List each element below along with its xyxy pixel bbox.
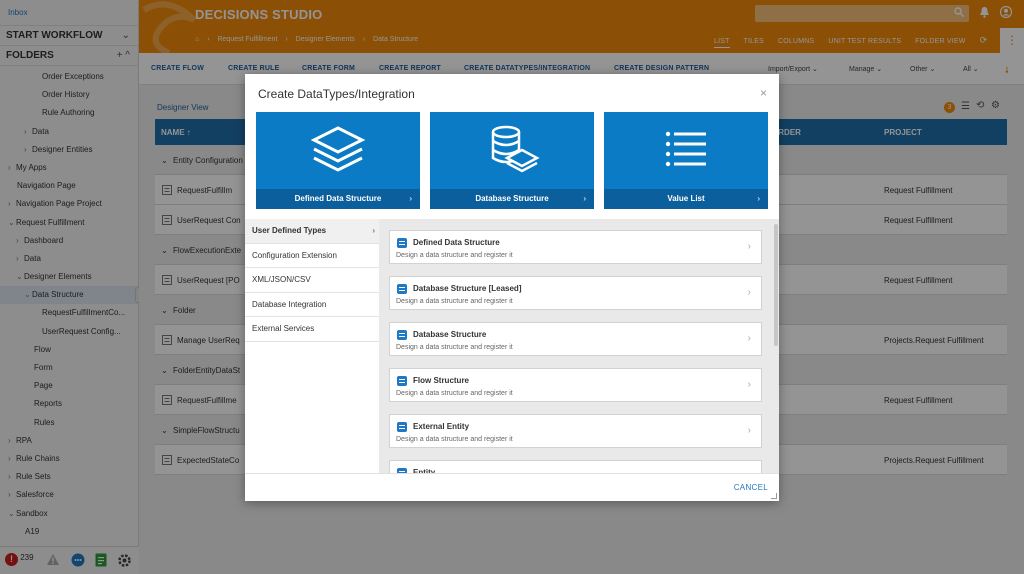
chevron-right-icon: › (747, 425, 751, 436)
tile-defined-data-structure[interactable]: Defined Data Structure › (256, 112, 420, 209)
type-option-card[interactable]: Entity› (389, 460, 762, 473)
tile-label: Value List › (604, 189, 768, 209)
type-category-item[interactable]: User Defined Types › (245, 219, 379, 244)
resize-grip-icon[interactable] (771, 493, 777, 499)
layers-icon (310, 126, 366, 172)
type-category-item[interactable]: XML/JSON/CSV (245, 268, 379, 293)
chevron-right-icon: › (409, 194, 412, 203)
type-option-title: Defined Data Structure (413, 238, 500, 247)
tile-label: Database Structure › (430, 189, 594, 209)
chevron-right-icon: › (747, 241, 751, 252)
tile-value-list[interactable]: Value List › (604, 112, 768, 209)
chevron-right-icon: › (372, 226, 375, 235)
type-option-description: Design a data structure and register it (396, 390, 513, 397)
type-category-item[interactable]: Configuration Extension (245, 244, 379, 268)
type-category-label: User Defined Types (252, 226, 327, 235)
chevron-right-icon: › (583, 194, 586, 203)
type-option-title: External Entity (413, 422, 470, 431)
options-scrollbar-thumb[interactable] (774, 224, 778, 346)
type-option-title: Database Structure [Leased] (413, 284, 522, 293)
type-category-label: Database Integration (252, 299, 327, 309)
type-option-icon (397, 238, 407, 248)
type-option-card[interactable]: Defined Data Structure Design a data stru… (389, 230, 762, 264)
cancel-button[interactable]: CANCEL (734, 483, 768, 492)
type-option-icon (397, 330, 407, 340)
type-option-title: Flow Structure (413, 376, 470, 385)
dialog-title: Create DataTypes/Integration (258, 87, 415, 101)
create-datatypes-dialog: Create DataTypes/Integration × Defined D… (245, 74, 779, 501)
type-category-item[interactable]: External Services (245, 317, 379, 342)
type-option-description: Design a data structure and register it (396, 436, 513, 443)
chevron-right-icon: › (747, 379, 751, 390)
tile-label: Defined Data Structure › (256, 189, 420, 209)
tile-label-text: Defined Data Structure (294, 194, 382, 203)
type-category-list: User Defined Types › Configuration Extensi… (245, 219, 379, 473)
type-category-label: Configuration Extension (252, 250, 337, 260)
chevron-right-icon: › (747, 287, 751, 298)
database-icon (491, 125, 540, 173)
dialog-footer: CANCEL (245, 473, 779, 501)
close-icon[interactable]: × (760, 86, 767, 100)
type-options-panel: Defined Data Structure Design a data stru… (379, 219, 779, 473)
tile-database-structure[interactable]: Database Structure › (430, 112, 594, 209)
type-category-item[interactable]: Database Integration (245, 293, 379, 317)
list-icon (665, 131, 706, 167)
type-option-card[interactable]: Database Structure [Leased] Design a data… (389, 276, 762, 310)
type-option-description: Design a data structure and register it (396, 252, 513, 259)
chevron-right-icon: › (747, 333, 751, 344)
type-option-icon (397, 284, 407, 294)
type-option-icon (397, 376, 407, 386)
type-category-label: XML/JSON/CSV (252, 275, 311, 284)
type-category-label: External Services (252, 324, 315, 333)
type-option-card[interactable]: Flow Structure Design a data structure an… (389, 368, 762, 402)
type-option-card[interactable]: External Entity Design a data structure a… (389, 414, 762, 448)
tile-label-text: Database Structure (475, 194, 549, 203)
type-option-card[interactable]: Database Structure Design a data structur… (389, 322, 762, 356)
chevron-right-icon: › (757, 194, 760, 203)
type-option-icon (397, 422, 407, 432)
type-option-description: Design a data structure and register it (396, 344, 513, 351)
type-option-title: Database Structure (413, 330, 487, 339)
type-option-description: Design a data structure and register it (396, 298, 513, 305)
tile-label-text: Value List (667, 194, 705, 203)
